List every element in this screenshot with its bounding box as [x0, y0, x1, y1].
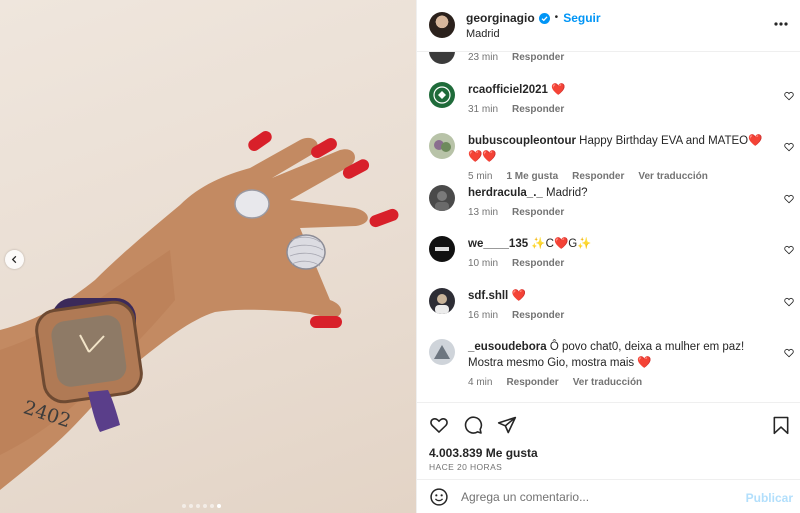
share-send-icon[interactable]: [497, 415, 517, 435]
carousel-prev-button[interactable]: [5, 250, 24, 269]
comment-username[interactable]: herdracula_._: [468, 187, 543, 199]
watch-strap-lower: [88, 390, 120, 432]
commenter-avatar[interactable]: [429, 82, 455, 108]
comment-username[interactable]: _eusoudebora: [468, 341, 547, 353]
carousel-dot: [196, 504, 200, 508]
carousel-dot: [182, 504, 186, 508]
like-heart-icon[interactable]: [429, 415, 449, 435]
comment-time: 5 min: [468, 171, 493, 182]
comment-text: Madrid?: [546, 187, 588, 199]
diamond-ring: [234, 189, 270, 219]
commenter-avatar[interactable]: [429, 52, 455, 64]
commenter-avatar[interactable]: [429, 185, 455, 211]
comment-item: 23 min Responder: [417, 52, 800, 64]
reply-button[interactable]: Responder: [506, 377, 558, 388]
comment-item: _eusoudebora Ô povo chat0, deixa a mulhe…: [417, 339, 800, 388]
commenter-avatar[interactable]: [429, 339, 455, 365]
chevron-left-icon: [11, 255, 17, 264]
reply-button[interactable]: Responder: [512, 258, 564, 269]
post-side-panel: georginagio • Seguir Madrid 23 min Respo…: [416, 0, 800, 513]
see-translation-button[interactable]: Ver traducción: [573, 377, 642, 388]
follow-button[interactable]: Seguir: [563, 10, 600, 26]
see-translation-button[interactable]: Ver traducción: [638, 171, 707, 182]
post-time[interactable]: Hace 20 horas: [429, 462, 502, 472]
comment-item: bubuscoupleontour Happy Birthday EVA and…: [417, 133, 800, 182]
comment-likes[interactable]: 1 Me gusta: [506, 171, 558, 182]
author-username[interactable]: georginagio: [466, 10, 535, 26]
like-comment-heart-icon[interactable]: [784, 194, 794, 204]
comment-item: rcaofficiel2021 ❤️ 31 min Responder: [417, 82, 800, 115]
post-header: georginagio • Seguir Madrid: [417, 0, 800, 52]
more-options-button[interactable]: [771, 14, 791, 34]
publish-button[interactable]: Publicar: [746, 491, 793, 505]
comment-time: 10 min: [468, 258, 499, 269]
post-media: 2402: [0, 0, 416, 513]
comment-username[interactable]: bubuscoupleontour: [468, 135, 576, 147]
carousel-dot: [203, 504, 207, 508]
commenter-avatar[interactable]: [429, 236, 455, 262]
comment-item: sdf.shll ❤️ 16 min Responder: [417, 288, 800, 321]
post-location[interactable]: Madrid: [466, 28, 601, 40]
reply-button[interactable]: Responder: [512, 52, 564, 63]
commenter-avatar[interactable]: [429, 288, 455, 314]
post-footer: 4.003.839 Me gusta Hace 20 horas Publica…: [417, 402, 800, 513]
carousel-dot: [189, 504, 193, 508]
likes-count[interactable]: 4.003.839 Me gusta: [429, 446, 538, 460]
comment-text: ❤️: [511, 290, 526, 302]
emoji-icon[interactable]: [429, 487, 449, 507]
post-actions: [429, 415, 517, 435]
comment-input[interactable]: [461, 490, 721, 504]
reply-button[interactable]: Responder: [572, 171, 624, 182]
comment-username[interactable]: rcaofficiel2021: [468, 84, 548, 96]
reply-button[interactable]: Responder: [512, 310, 564, 321]
header-separator: •: [554, 12, 559, 23]
verified-badge-icon: [538, 12, 550, 24]
carousel-dot: [210, 504, 214, 508]
carousel-dot-active: [217, 504, 221, 508]
comment-time: 13 min: [468, 207, 499, 218]
like-comment-heart-icon[interactable]: [784, 91, 794, 101]
comments-list[interactable]: 23 min Responder rcaofficiel2021 ❤️ 31 m…: [417, 52, 800, 402]
comment-username[interactable]: we____135: [468, 238, 528, 250]
like-comment-heart-icon[interactable]: [784, 348, 794, 358]
post-photo: 2402: [0, 130, 399, 490]
comment-time: 23 min: [468, 52, 499, 63]
carousel-indicator: [182, 504, 221, 508]
comment-bubble-icon[interactable]: [463, 415, 483, 435]
add-comment-bar: Publicar: [417, 479, 800, 513]
like-comment-heart-icon[interactable]: [784, 142, 794, 152]
comment-time: 4 min: [468, 377, 493, 388]
comment-time: 31 min: [468, 104, 499, 115]
comment-text: ✨C❤️G✨: [531, 238, 592, 250]
author-avatar[interactable]: [429, 12, 455, 38]
like-comment-heart-icon[interactable]: [784, 297, 794, 307]
comment-item: we____135 ✨C❤️G✨ 10 min Responder: [417, 236, 800, 269]
comment-text: ❤️: [551, 84, 566, 96]
commenter-avatar[interactable]: [429, 133, 455, 159]
like-comment-heart-icon[interactable]: [784, 245, 794, 255]
comment-username[interactable]: sdf.shll: [468, 290, 508, 302]
save-bookmark-icon[interactable]: [771, 415, 791, 435]
more-horizontal-icon: [774, 22, 788, 26]
reply-button[interactable]: Responder: [512, 104, 564, 115]
comment-time: 16 min: [468, 310, 499, 321]
comment-item: herdracula_._ Madrid? 13 min Responder: [417, 185, 800, 218]
reply-button[interactable]: Responder: [512, 207, 564, 218]
